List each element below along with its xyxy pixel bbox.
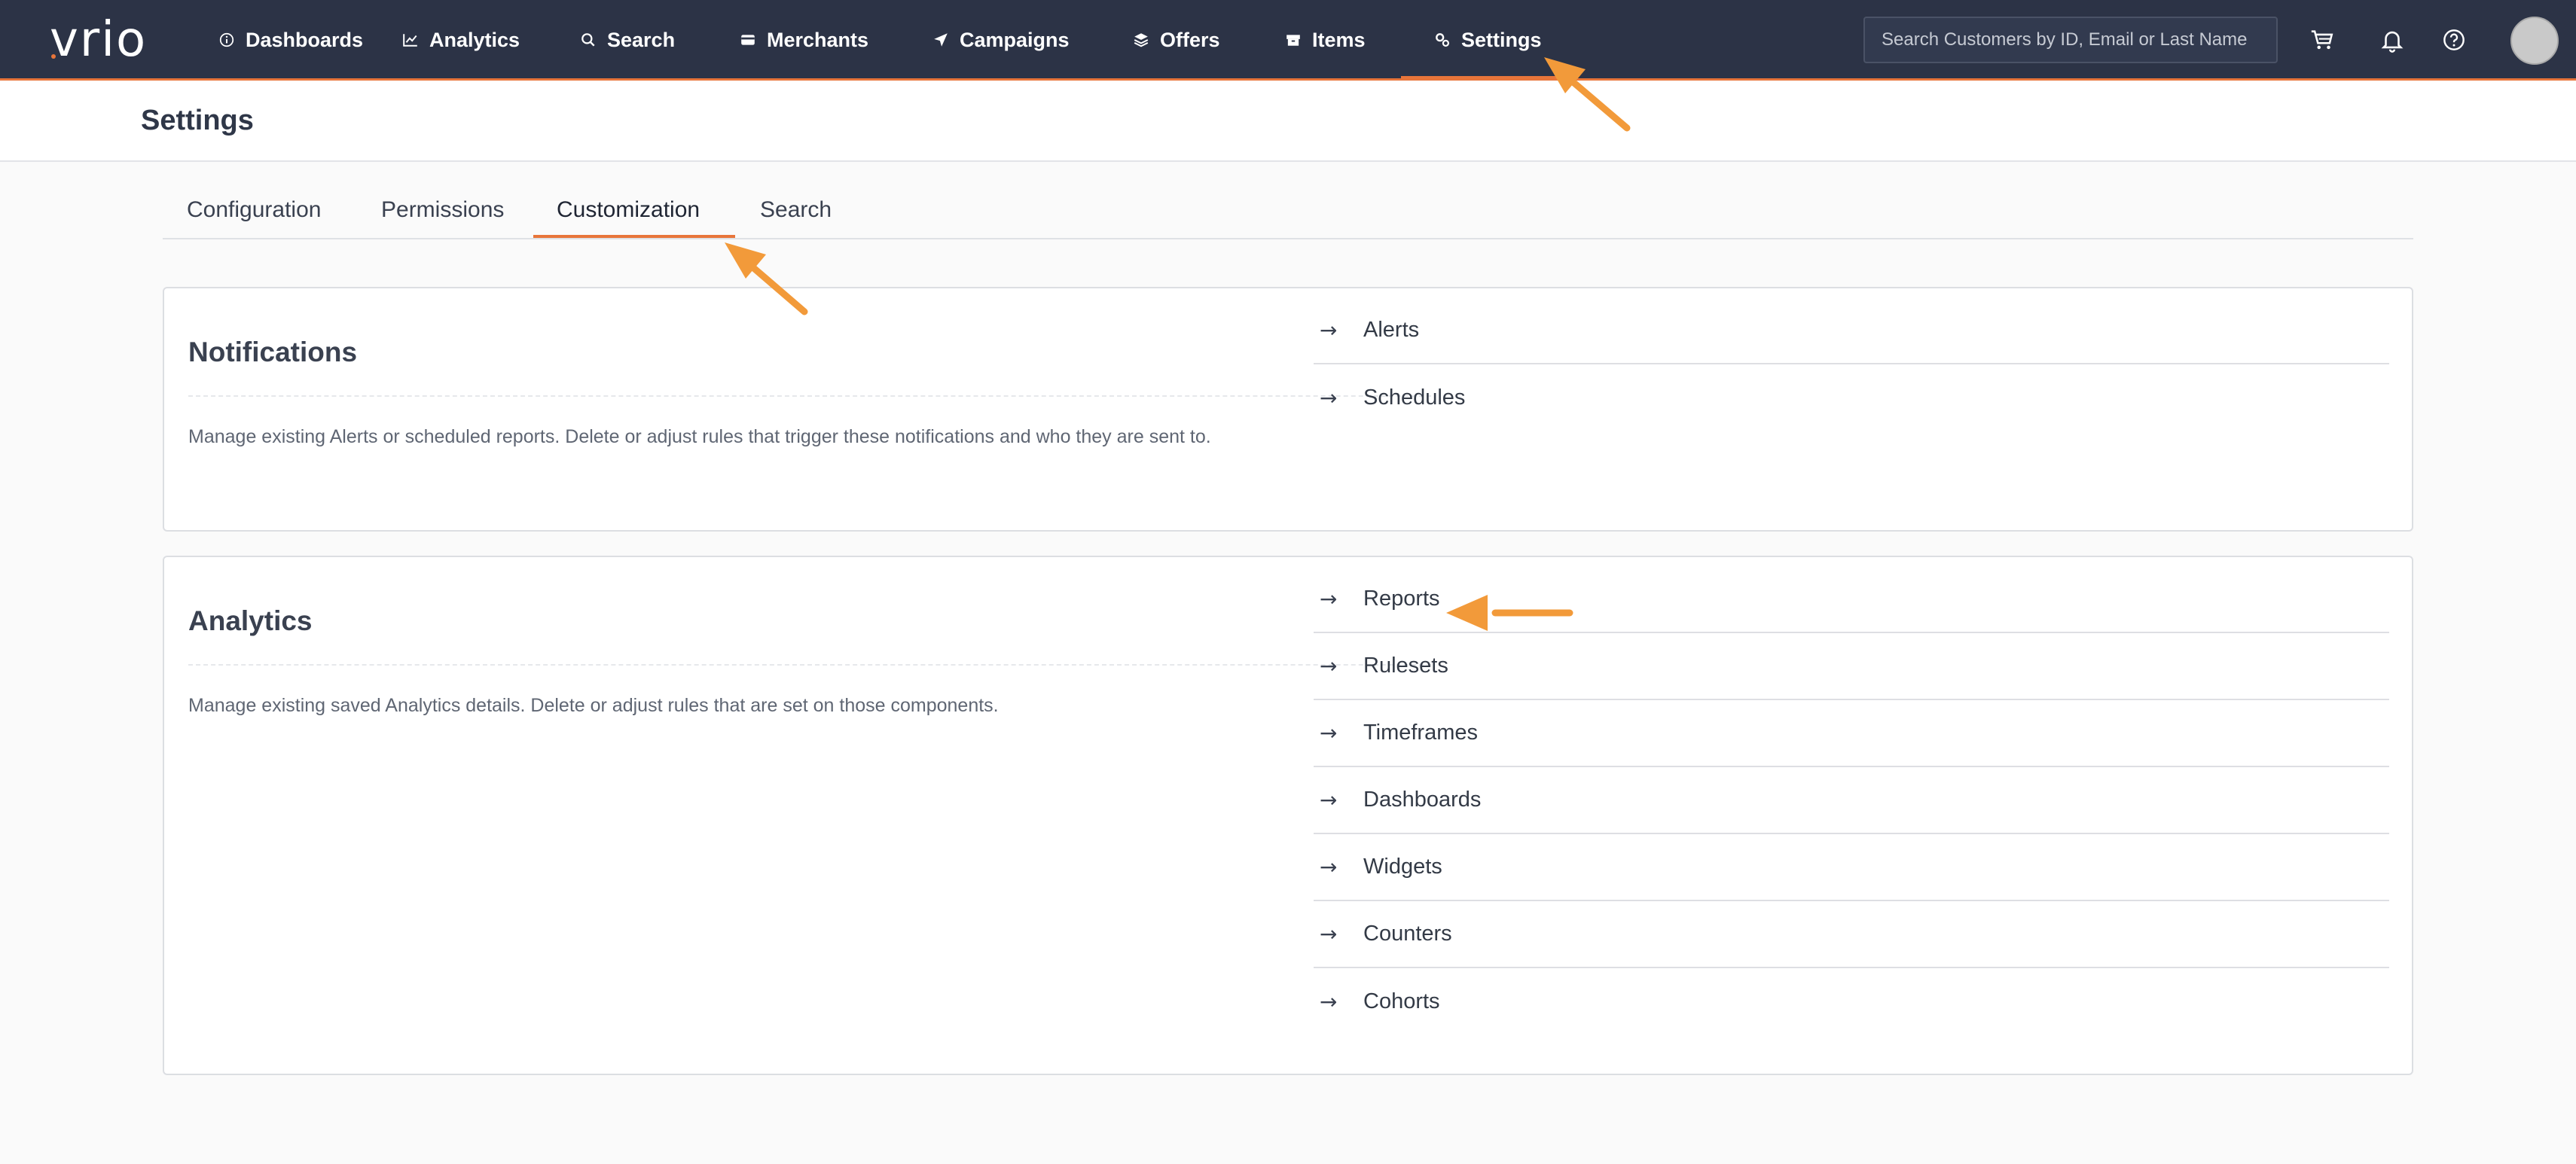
arrow-right-icon: → — [1320, 855, 1338, 879]
top-navigation-bar: vrio Dashboards Analytics Search Merchan… — [0, 0, 2576, 81]
link-label: Rulesets — [1363, 654, 1448, 678]
arrow-right-icon: → — [1320, 385, 1338, 410]
card-title: Analytics — [188, 605, 313, 636]
tab-customization[interactable]: Customization — [557, 197, 700, 223]
link-label: Dashboards — [1363, 788, 1482, 812]
link-cohorts[interactable]: → Cohorts — [1314, 968, 2389, 1035]
analytics-card: Analytics Manage existing saved Analytic… — [163, 556, 2413, 1075]
link-counters[interactable]: → Counters — [1314, 901, 2389, 968]
card-description: Manage existing Alerts or scheduled repo… — [188, 426, 1211, 447]
arrow-right-icon: → — [1320, 654, 1338, 678]
layers-icon — [1134, 33, 1149, 47]
arrow-right-icon: → — [1320, 922, 1338, 946]
link-label: Timeframes — [1363, 721, 1478, 745]
customer-search-input[interactable] — [1863, 17, 2278, 63]
link-label: Alerts — [1363, 318, 1420, 342]
nav-item-offers[interactable]: Offers — [1133, 21, 1220, 59]
nav-item-analytics[interactable]: Analytics — [402, 21, 520, 59]
help-circle-icon[interactable] — [2440, 26, 2468, 54]
arrow-right-icon: → — [1320, 318, 1338, 343]
card-divider — [188, 664, 1431, 666]
page-title: Settings — [141, 105, 254, 136]
arrow-right-icon: → — [1320, 721, 1338, 745]
arrow-right-icon: → — [1320, 788, 1338, 812]
link-dashboards[interactable]: → Dashboards — [1314, 767, 2389, 834]
tab-active-indicator — [533, 235, 735, 238]
bell-icon[interactable] — [2378, 26, 2407, 54]
arrow-right-icon: → — [1320, 587, 1338, 611]
vrio-logo[interactable]: vrio — [50, 12, 148, 68]
card-title: Notifications — [188, 337, 358, 367]
search-icon — [581, 33, 595, 47]
nav-label: Campaigns — [960, 28, 1070, 51]
cart-icon[interactable] — [2308, 26, 2336, 54]
nav-label: Merchants — [767, 28, 869, 51]
link-label: Schedules — [1363, 385, 1466, 410]
link-reports[interactable]: → Reports — [1314, 566, 2389, 633]
line-chart-icon — [403, 34, 417, 47]
link-alerts[interactable]: → Alerts — [1314, 297, 2389, 364]
card-description: Manage existing saved Analytics details.… — [188, 695, 999, 716]
card-divider — [188, 395, 1431, 397]
nav-item-search[interactable]: Search — [580, 21, 675, 59]
avatar[interactable] — [2510, 17, 2559, 65]
tab-search[interactable]: Search — [760, 197, 832, 223]
nav-label: Settings — [1461, 28, 1542, 51]
info-circle-icon — [219, 32, 234, 47]
logo-dot — [51, 54, 56, 59]
settings-tabs: Configuration Permissions Customization … — [163, 182, 2413, 239]
nav-label: Offers — [1160, 28, 1220, 51]
paper-plane-icon — [934, 33, 948, 47]
nav-item-merchants[interactable]: Merchants — [740, 21, 868, 59]
credit-card-icon — [741, 35, 755, 45]
nav-item-settings[interactable]: Settings — [1434, 21, 1542, 59]
nav-label: Dashboards — [246, 28, 364, 51]
tab-configuration[interactable]: Configuration — [187, 197, 321, 223]
link-rulesets[interactable]: → Rulesets — [1314, 633, 2389, 700]
link-widgets[interactable]: → Widgets — [1314, 834, 2389, 901]
nav-item-items[interactable]: Items — [1285, 21, 1366, 59]
arrow-right-icon: → — [1320, 989, 1338, 1014]
nav-active-indicator — [1401, 76, 1559, 80]
link-label: Reports — [1363, 587, 1440, 611]
link-label: Widgets — [1363, 855, 1442, 879]
link-label: Counters — [1363, 922, 1452, 946]
box-icon — [1286, 35, 1300, 46]
link-schedules[interactable]: → Schedules — [1314, 364, 2389, 431]
page-header: Settings — [0, 81, 2576, 162]
nav-item-campaigns[interactable]: Campaigns — [932, 21, 1070, 59]
link-timeframes[interactable]: → Timeframes — [1314, 700, 2389, 767]
nav-label: Search — [607, 28, 676, 51]
link-label: Cohorts — [1363, 989, 1440, 1013]
nav-item-dashboards[interactable]: Dashboards — [218, 21, 363, 59]
logo-text: vrio — [50, 12, 148, 68]
gears-icon — [1436, 33, 1450, 47]
notifications-card: Notifications Manage existing Alerts or … — [163, 287, 2413, 532]
nav-label: Analytics — [429, 28, 520, 51]
nav-label: Items — [1312, 28, 1366, 51]
tab-permissions[interactable]: Permissions — [381, 197, 504, 223]
